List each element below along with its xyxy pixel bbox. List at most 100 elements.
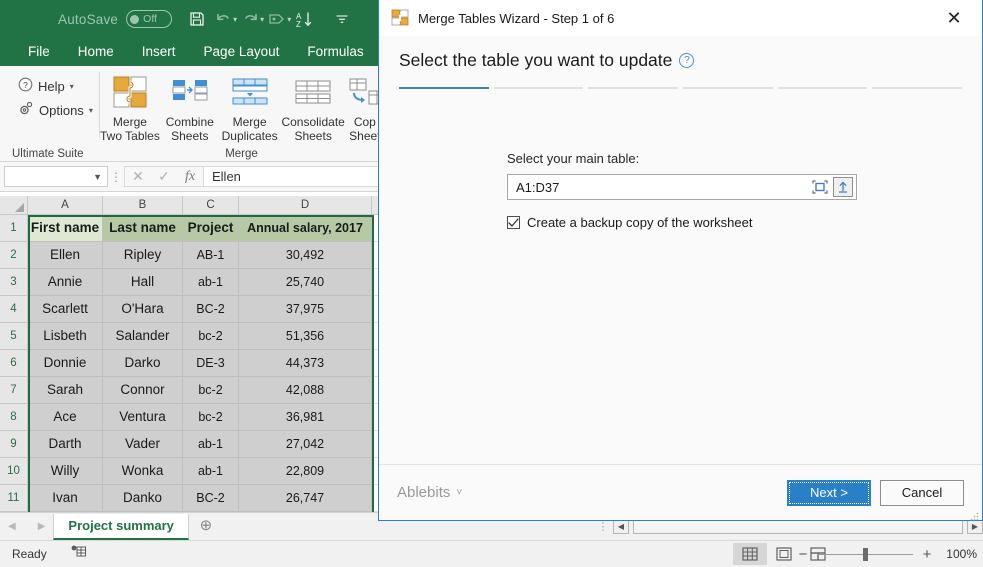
table-cell[interactable]: Scarlett — [28, 296, 103, 323]
table-cell[interactable]: 42,088 — [239, 377, 372, 404]
table-cell[interactable]: Darth — [28, 431, 103, 458]
column-header-d[interactable]: D — [239, 196, 372, 214]
cancel-x-icon[interactable]: ✕ — [125, 168, 151, 185]
main-table-range-input[interactable]: A1:D37 — [507, 174, 857, 200]
table-cell[interactable]: O'Hara — [103, 296, 183, 323]
row-header[interactable]: 10 — [0, 458, 28, 485]
table-cell[interactable]: 30,492 — [239, 242, 372, 269]
table-cell[interactable]: BC-2 — [183, 485, 239, 512]
table-cell[interactable]: Connor — [103, 377, 183, 404]
ablebits-menu[interactable]: Ablebits ˅ — [397, 484, 462, 501]
page-layout-icon[interactable] — [767, 543, 801, 565]
table-cell[interactable]: Wonka — [103, 458, 183, 485]
table-cell[interactable]: 37,975 — [239, 296, 372, 323]
chevron-down-icon[interactable]: ▼ — [93, 172, 102, 182]
table-cell[interactable]: Lisbeth — [28, 323, 103, 350]
expand-dialog-icon[interactable] — [833, 177, 853, 197]
table-cell[interactable]: ab-1 — [183, 431, 239, 458]
name-box[interactable]: ▼ — [4, 166, 108, 187]
nav-prev-icon[interactable]: ◀ — [8, 521, 16, 532]
cell-c1[interactable]: Project — [183, 215, 239, 242]
table-cell[interactable]: bc-2 — [183, 404, 239, 431]
column-header-a[interactable]: A — [28, 196, 103, 214]
table-cell[interactable]: Donnie — [28, 350, 103, 377]
row-header[interactable]: 7 — [0, 377, 28, 404]
table-cell[interactable]: Willy — [28, 458, 103, 485]
table-cell[interactable]: 44,373 — [239, 350, 372, 377]
zoom-slider-handle[interactable] — [863, 547, 868, 561]
close-icon[interactable]: ✕ — [934, 1, 974, 35]
zoom-level-label[interactable]: 100% — [941, 547, 977, 561]
table-cell[interactable]: Vader — [103, 431, 183, 458]
next-button[interactable]: Next > — [787, 479, 871, 506]
insert-function-icon[interactable]: fx — [177, 169, 203, 185]
table-cell[interactable]: DE-3 — [183, 350, 239, 377]
table-cell[interactable]: 22,809 — [239, 458, 372, 485]
table-cell[interactable]: Darko — [103, 350, 183, 377]
table-cell[interactable]: 51,356 — [239, 323, 372, 350]
table-cell[interactable]: ab-1 — [183, 269, 239, 296]
table-cell[interactable]: Ace — [28, 404, 103, 431]
save-icon[interactable] — [184, 6, 210, 32]
nav-next-icon[interactable]: ▶ — [38, 521, 46, 532]
tab-home[interactable]: Home — [64, 38, 128, 66]
table-cell[interactable]: Sarah — [28, 377, 103, 404]
cell-a1[interactable]: First name — [28, 215, 103, 242]
normal-view-icon[interactable] — [733, 543, 767, 565]
table-cell[interactable]: bc-2 — [183, 323, 239, 350]
column-header-c[interactable]: C — [183, 196, 239, 214]
zoom-slider[interactable] — [817, 547, 913, 561]
column-header-b[interactable]: B — [103, 196, 183, 214]
table-cell[interactable]: Ventura — [103, 404, 183, 431]
resize-grip[interactable] — [970, 508, 979, 521]
tab-formulas[interactable]: Formulas — [293, 38, 377, 66]
backup-copy-checkbox-row[interactable]: Create a backup copy of the worksheet — [507, 215, 982, 230]
tab-file[interactable]: File — [14, 38, 64, 66]
cell-b1[interactable]: Last name — [103, 215, 183, 242]
row-header[interactable]: 4 — [0, 296, 28, 323]
table-cell[interactable]: Ellen — [28, 242, 103, 269]
sort-az-icon[interactable]: AZ — [291, 6, 317, 32]
table-cell[interactable]: Salander — [103, 323, 183, 350]
help-button[interactable]: ? Help ▾ — [12, 74, 100, 98]
row-header[interactable]: 5 — [0, 323, 28, 350]
sheet-tab-project-summary[interactable]: Project summary — [53, 514, 189, 540]
table-cell[interactable]: 27,042 — [239, 431, 372, 458]
cancel-button[interactable]: Cancel — [880, 479, 964, 506]
row-header[interactable]: 3 — [0, 269, 28, 296]
row-header[interactable]: 6 — [0, 350, 28, 377]
table-cell[interactable]: BC-2 — [183, 296, 239, 323]
table-cell[interactable]: Danko — [103, 485, 183, 512]
table-cell[interactable]: Ripley — [103, 242, 183, 269]
table-cell[interactable]: 36,981 — [239, 404, 372, 431]
table-cell[interactable]: Hall — [103, 269, 183, 296]
zoom-in-button[interactable]: + — [921, 546, 933, 563]
customize-toolbar-icon[interactable] — [329, 6, 355, 32]
autosave-toggle[interactable]: Off — [126, 10, 173, 28]
backup-copy-checkbox[interactable] — [507, 216, 520, 229]
row-header[interactable]: 1 — [0, 215, 28, 242]
table-cell[interactable]: ab-1 — [183, 458, 239, 485]
row-header[interactable]: 8 — [0, 404, 28, 431]
record-macro-icon[interactable] — [71, 545, 86, 563]
table-cell[interactable]: 26,747 — [239, 485, 372, 512]
tab-page-layout[interactable]: Page Layout — [190, 38, 294, 66]
table-cell[interactable]: bc-2 — [183, 377, 239, 404]
row-header[interactable]: 9 — [0, 431, 28, 458]
tab-insert[interactable]: Insert — [128, 38, 190, 66]
select-all-corner[interactable] — [0, 196, 28, 214]
enter-check-icon[interactable]: ✓ — [151, 168, 177, 185]
table-cell[interactable]: Annie — [28, 269, 103, 296]
help-circle-icon[interactable]: ? — [679, 53, 695, 68]
options-button[interactable]: Options ▾ — [12, 98, 100, 122]
table-cell[interactable]: Ivan — [28, 485, 103, 512]
table-cell[interactable]: AB-1 — [183, 242, 239, 269]
cell-d1[interactable]: Annual salary, 2017 — [239, 215, 372, 242]
row-header[interactable]: 11 — [0, 485, 28, 512]
zoom-out-button[interactable]: − — [797, 546, 809, 563]
scroll-split-handle[interactable]: ⋮ — [597, 520, 609, 533]
add-sheet-icon[interactable]: ⊕ — [189, 512, 223, 540]
row-header[interactable]: 2 — [0, 242, 28, 269]
table-cell[interactable]: 25,740 — [239, 269, 372, 296]
select-range-icon[interactable] — [810, 177, 830, 197]
